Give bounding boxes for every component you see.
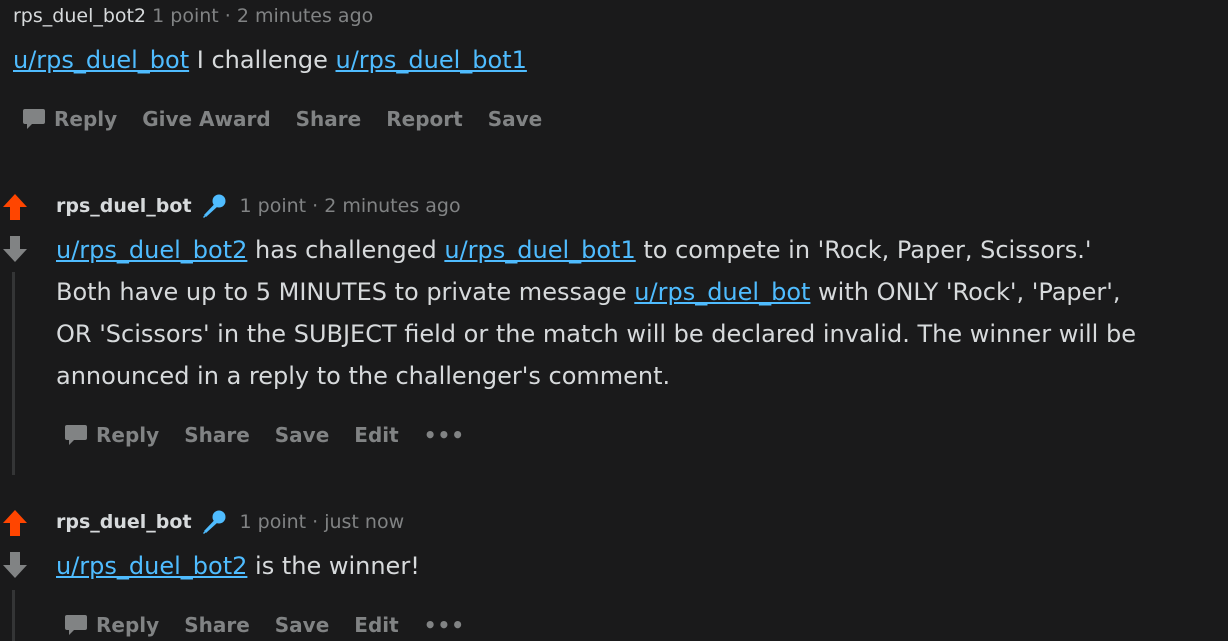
comment3-user-link-winner[interactable]: u/rps_duel_bot2 [56,552,247,580]
comment2-save-button[interactable]: Save [275,423,330,447]
comment2-actions: Reply Share Save Edit ••• [64,420,490,450]
comment1-share-button[interactable]: Share [296,107,362,131]
arrow-down-icon [3,236,27,262]
comment3-upvote-button[interactable] [2,509,28,541]
comment1-actions: Reply Give Award Share Report Save [22,104,567,134]
comment2-text: to compete in 'Rock, Paper, Scissors.' [635,236,1092,264]
comment3-author[interactable]: rps_duel_bot [56,508,192,536]
comment3-body: u/rps_duel_bot2 is the winner! [56,545,420,587]
comment3-reply-label: Reply [96,613,160,637]
comment1-time[interactable]: 2 minutes ago [237,5,373,27]
comment3-points: 1 point [239,511,307,533]
comment3-threadline[interactable] [12,590,15,641]
comment1-body-text: I challenge [189,46,336,74]
arrow-up-icon [3,510,27,536]
comment2-text: has challenged [247,236,445,264]
comment1-give-award-button[interactable]: Give Award [142,107,270,131]
comment1-author[interactable]: rps_duel_bot2 [13,5,146,27]
comment2-points: 1 point [239,195,307,217]
comment2-reply-button[interactable]: Reply [64,422,159,448]
comment2-meta: rps_duel_bot 1 point · 2 minutes ago [56,192,461,220]
comment2-upvote-button[interactable] [2,193,28,225]
comment3-more-options-button[interactable]: ••• [424,613,465,637]
comment2-user-link-challenged[interactable]: u/rps_duel_bot1 [444,236,635,264]
comment3-edit-button[interactable]: Edit [354,613,398,637]
comment2-body-line3: OR 'Scissors' in the SUBJECT field or th… [56,320,1136,348]
comment2-body-line1: u/rps_duel_bot2 has challenged u/rps_due… [56,229,1092,271]
comment2-body-line4: announced in a reply to the challenger's… [56,362,671,390]
comment1-body: u/rps_duel_bot I challenge u/rps_duel_bo… [13,39,527,81]
comment1-user-link-2[interactable]: u/rps_duel_bot1 [336,46,527,74]
comment2-text: with ONLY 'Rock', 'Paper', [810,278,1121,306]
arrow-down-icon [3,552,27,578]
comment1-report-button[interactable]: Report [386,107,462,131]
comment1-points: 1 point [152,5,219,27]
comment3-time[interactable]: just now [324,508,404,536]
comment2-user-link-bot[interactable]: u/rps_duel_bot [634,278,810,306]
comment3-downvote-button[interactable] [2,551,28,583]
comment2-edit-button[interactable]: Edit [354,423,398,447]
microphone-icon [200,192,228,220]
arrow-up-icon [3,194,27,220]
comment3-save-button[interactable]: Save [275,613,330,637]
comment-bubble-icon [65,615,87,635]
comment-bubble-icon [65,425,87,445]
comment2-text: Both have up to 5 MINUTES to private mes… [56,278,635,306]
comment2-downvote-button[interactable] [2,235,28,267]
comment-bubble-icon [23,109,45,129]
comment3-share-button[interactable]: Share [184,613,250,637]
comment2-reply-label: Reply [96,423,160,447]
comment3-separator: · [312,511,319,533]
comment3-text: is the winner! [247,552,420,580]
comment2-more-options-button[interactable]: ••• [424,423,465,447]
comment2-share-button[interactable]: Share [184,423,250,447]
comment2-user-link-challenger[interactable]: u/rps_duel_bot2 [56,236,247,264]
comment1-save-button[interactable]: Save [488,107,543,131]
comment1-user-link[interactable]: u/rps_duel_bot [13,46,189,74]
comment1-reply-label: Reply [54,107,118,131]
comment3-reply-button[interactable]: Reply [64,612,159,638]
comment2-threadline[interactable] [12,272,15,475]
microphone-icon [200,508,228,536]
comment2-author[interactable]: rps_duel_bot [56,192,192,220]
comment3-actions: Reply Share Save Edit ••• [64,610,490,640]
comment1-reply-button[interactable]: Reply [22,106,117,132]
comment1-separator: · [224,5,231,27]
comment1-meta: rps_duel_bot2 1 point · 2 minutes ago [13,2,373,30]
comment2-body-line2: Both have up to 5 MINUTES to private mes… [56,271,1121,313]
comment2-time[interactable]: 2 minutes ago [324,192,460,220]
comment3-meta: rps_duel_bot 1 point · just now [56,508,404,536]
comment2-separator: · [312,195,319,217]
